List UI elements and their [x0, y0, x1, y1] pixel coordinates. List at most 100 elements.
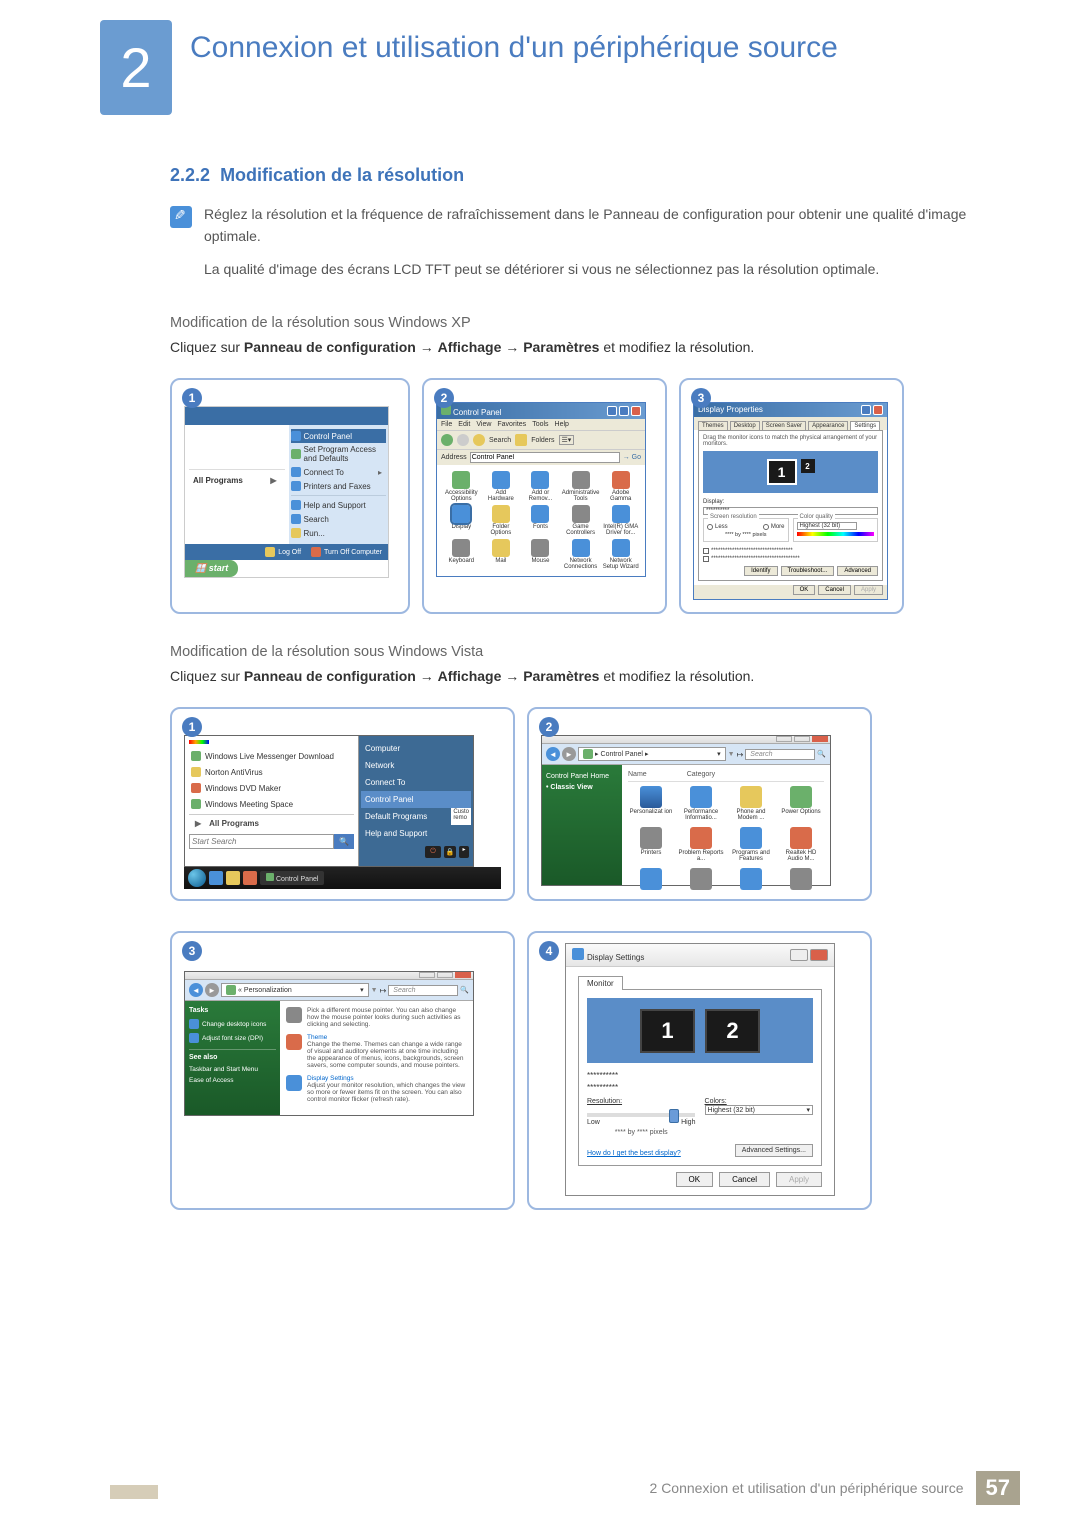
close-button[interactable] [873, 405, 883, 415]
sidebar-item[interactable]: Connect To▸ [291, 465, 387, 479]
menubar[interactable]: FileEditViewFavoritesToolsHelp [437, 419, 645, 430]
checkbox[interactable]: *********************************** [703, 548, 793, 554]
monitor-1[interactable]: 1 [640, 1009, 695, 1053]
lock-button[interactable]: 🔒 [444, 846, 456, 858]
cp-item[interactable] [628, 868, 674, 891]
apply-button[interactable]: Apply [854, 585, 883, 595]
all-programs-item[interactable]: ▶All Programs [189, 814, 354, 832]
back-icon[interactable] [441, 434, 453, 446]
cp-item[interactable]: Printers [628, 827, 674, 862]
turnoff-button[interactable]: Turn Off Computer [311, 547, 382, 557]
sidebar-item[interactable]: Set Program Access and Defaults [291, 443, 387, 465]
folders-icon[interactable] [515, 434, 527, 446]
cp-item[interactable]: Performance Informatio... [678, 786, 724, 821]
close-button[interactable] [631, 406, 641, 416]
cp-home-link[interactable]: Control Panel Home [546, 771, 618, 782]
start-item[interactable]: Windows DVD Maker [189, 780, 354, 796]
sidebar-item[interactable]: Search [291, 512, 387, 526]
back-button[interactable]: ◄ [546, 747, 560, 761]
close-button[interactable] [810, 949, 828, 961]
cp-item[interactable]: Game Controllers [562, 505, 600, 536]
sidebar-item[interactable]: Run... [291, 526, 387, 540]
cp-item[interactable]: Folder Options [483, 505, 520, 536]
cp-item-personalization[interactable]: Personalizat ion [628, 786, 674, 821]
sidebar-item[interactable]: Help and Support [291, 498, 387, 512]
minimize-button[interactable] [607, 406, 617, 416]
help-button[interactable] [861, 405, 871, 415]
cp-item[interactable]: Network Setup Wizard [602, 539, 639, 570]
task-link[interactable]: Taskbar and Start Menu [189, 1064, 276, 1075]
cp-item[interactable]: Problem Reports a... [678, 827, 724, 862]
forward-button[interactable]: ► [562, 747, 576, 761]
tab-themes[interactable]: Themes [698, 421, 728, 430]
tab-desktop[interactable]: Desktop [730, 421, 760, 430]
shutdown-menu[interactable]: ▸ [459, 846, 469, 858]
monitor-arrangement[interactable]: 1 2 [587, 998, 813, 1063]
start-right-item[interactable]: Computer [361, 740, 471, 757]
ok-button[interactable]: OK [676, 1172, 714, 1187]
search-field[interactable]: Search [745, 749, 815, 760]
task-link[interactable]: Change desktop icons [189, 1017, 276, 1031]
theme-link[interactable]: Theme [307, 1034, 467, 1041]
maximize-button[interactable] [619, 406, 629, 416]
cp-item[interactable] [728, 868, 774, 891]
color-quality-select[interactable]: Highest (32 bit) [797, 522, 857, 530]
cp-item[interactable]: Administrative Tools [562, 471, 600, 502]
control-panel-menuitem[interactable]: Control Panel [361, 791, 471, 808]
control-panel-menuitem[interactable]: Control Panel [291, 429, 387, 443]
classic-view-link[interactable]: • Classic View [546, 782, 618, 793]
monitor-2[interactable]: 2 [705, 1009, 760, 1053]
monitor-1[interactable]: 1 [767, 459, 797, 485]
cp-item[interactable] [778, 868, 824, 891]
minimize-button[interactable] [790, 949, 808, 961]
forward-button[interactable]: ► [205, 983, 219, 997]
start-right-item[interactable]: Connect To [361, 774, 471, 791]
taskbar-icon[interactable] [226, 871, 240, 885]
cp-item[interactable]: Keyboard [443, 539, 480, 570]
cp-item[interactable]: Phone and Modem ... [728, 786, 774, 821]
cp-item[interactable]: Power Options [778, 786, 824, 821]
cp-item[interactable]: Accessibility Options [443, 471, 480, 502]
colors-select[interactable]: Highest (32 bit)▾ [705, 1105, 813, 1115]
cp-item[interactable]: Mouse [522, 539, 559, 570]
taskbar-icon[interactable] [209, 871, 223, 885]
breadcrumb[interactable]: ▸ Control Panel ▸ ▾ [578, 747, 726, 761]
start-right-item[interactable]: Network [361, 757, 471, 774]
start-item[interactable]: Norton AntiVirus [189, 764, 354, 780]
search-icon[interactable]: 🔍 [460, 986, 469, 994]
cancel-button[interactable]: Cancel [818, 585, 851, 595]
cp-item[interactable]: Add or Remov... [522, 471, 559, 502]
tab-monitor[interactable]: Monitor [578, 976, 623, 990]
start-search-input[interactable] [189, 834, 334, 849]
advanced-settings-button[interactable]: Advanced Settings... [735, 1144, 813, 1157]
cp-item[interactable]: Add Hardware [483, 471, 520, 502]
tab-screensaver[interactable]: Screen Saver [762, 421, 806, 430]
cp-item[interactable]: Fonts [522, 505, 559, 536]
cp-item[interactable]: Intel(R) GMA Driver for... [602, 505, 639, 536]
start-right-item[interactable]: Default Programs [361, 808, 451, 825]
cp-item[interactable]: Mail [483, 539, 520, 570]
start-item[interactable]: Windows Live Messenger Download [189, 748, 354, 764]
monitor-2[interactable]: 2 [801, 459, 815, 473]
go-button[interactable]: → Go [623, 454, 641, 461]
back-button[interactable]: ◄ [189, 983, 203, 997]
cp-item[interactable]: Programs and Features [728, 827, 774, 862]
troubleshoot-button[interactable]: Troubleshoot... [781, 566, 835, 576]
task-link[interactable]: Adjust font size (DPI) [189, 1031, 276, 1045]
cp-item[interactable]: Realtek HD Audio M... [778, 827, 824, 862]
help-link[interactable]: How do I get the best display? [587, 1150, 681, 1157]
address-bar[interactable] [470, 452, 620, 463]
start-right-item[interactable]: Help and Support [361, 825, 471, 842]
cancel-button[interactable]: Cancel [719, 1172, 770, 1187]
logoff-button[interactable]: Log Off [265, 547, 301, 557]
taskbar-icon[interactable] [243, 871, 257, 885]
tab-appearance[interactable]: Appearance [808, 421, 848, 430]
up-icon[interactable] [473, 434, 485, 446]
forward-icon[interactable] [457, 434, 469, 446]
cp-item[interactable]: Network Connections [562, 539, 600, 570]
identify-button[interactable]: Identify [744, 566, 777, 576]
cp-item[interactable]: Adobe Gamma [602, 471, 639, 502]
apply-button[interactable]: Apply [776, 1172, 822, 1187]
start-item[interactable]: Windows Meeting Space [189, 796, 354, 812]
breadcrumb[interactable]: « Personalization ▾ [221, 983, 369, 997]
